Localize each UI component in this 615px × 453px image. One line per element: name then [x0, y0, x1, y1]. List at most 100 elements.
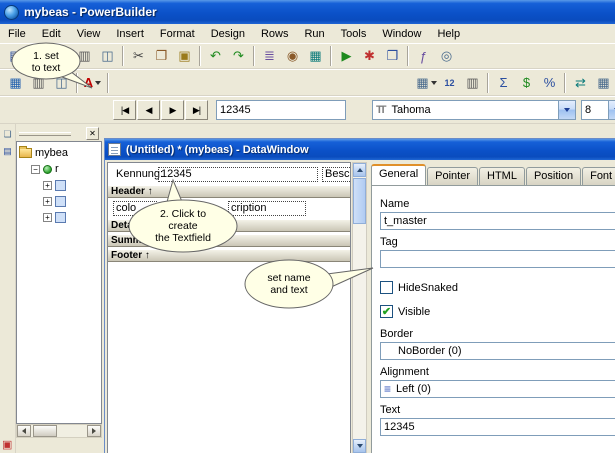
tree-item[interactable]: + — [43, 177, 101, 193]
next-row-button[interactable]: ▶ — [161, 100, 184, 120]
menu-insert[interactable]: Insert — [108, 26, 152, 42]
border-value: NoBorder (0) — [398, 345, 462, 357]
scroll-left-button[interactable] — [17, 425, 31, 437]
percent-icon[interactable]: % — [538, 72, 561, 94]
last-row-button[interactable]: ▶| — [185, 100, 208, 120]
border-label: Border — [380, 328, 609, 340]
tree-item-label: r — [55, 163, 59, 175]
menu-tools[interactable]: Tools — [333, 26, 375, 42]
scroll-down-button[interactable] — [353, 439, 366, 453]
tab-pointer[interactable]: Pointer — [427, 167, 478, 185]
combo-dropdown-button[interactable] — [608, 101, 615, 119]
database-icon[interactable]: ◉ — [281, 45, 304, 67]
column-specs-icon[interactable]: ▥ — [461, 72, 484, 94]
child-title-bar[interactable]: (Untitled) * (mybeas) - DataWindow — [105, 139, 615, 160]
tab-general[interactable]: General — [371, 164, 426, 185]
panel-icon[interactable]: ❏ — [1, 127, 15, 141]
visible-checkbox[interactable]: ✔ — [380, 305, 393, 318]
swap-icon[interactable]: ⇄ — [569, 72, 592, 94]
clip-window-icon[interactable]: ▣ — [2, 438, 12, 451]
table-icon[interactable]: ▦ — [304, 45, 327, 67]
scroll-up-button[interactable] — [353, 163, 366, 177]
copy-icon[interactable]: ❐ — [150, 45, 173, 67]
grid-icon[interactable]: ▦ — [592, 72, 615, 94]
tab-html[interactable]: HTML — [479, 167, 525, 185]
toolbar-separator — [407, 46, 409, 66]
combo-dropdown-button[interactable] — [558, 101, 575, 119]
scroll-right-button[interactable] — [87, 425, 101, 437]
menu-view[interactable]: View — [69, 26, 109, 42]
text-value-input[interactable] — [216, 100, 346, 120]
menu-edit[interactable]: Edit — [34, 26, 69, 42]
object-icon — [55, 180, 66, 191]
expand-icon[interactable]: + — [43, 197, 52, 206]
cut-icon[interactable]: ✂ — [127, 45, 150, 67]
scroll-thumb[interactable] — [33, 425, 57, 437]
alignment-select[interactable]: ≡ Left (0) — [380, 380, 615, 398]
align-left-icon: ≡ — [384, 382, 391, 396]
callout-set-to-text: 1. set to text — [10, 42, 102, 90]
menu-design[interactable]: Design — [203, 26, 253, 42]
callout-text: set name and text — [245, 272, 333, 296]
toolbar-separator — [253, 46, 255, 66]
sum-icon[interactable]: Σ — [492, 72, 515, 94]
hidesnaked-checkbox[interactable] — [380, 281, 393, 294]
name-input[interactable] — [380, 212, 615, 230]
tree-item-target[interactable]: − r — [31, 161, 101, 177]
paste-icon[interactable]: ▣ — [173, 45, 196, 67]
scroll-thumb[interactable] — [353, 178, 366, 224]
text-input[interactable] — [380, 418, 615, 436]
currency-icon[interactable]: $ — [515, 72, 538, 94]
collapse-icon[interactable]: − — [31, 165, 40, 174]
font-name-combo[interactable]: TT Tahoma — [372, 100, 576, 120]
toolbar-separator — [107, 73, 109, 93]
undo-icon[interactable]: ↶ — [204, 45, 227, 67]
toolbar-separator — [122, 46, 124, 66]
visible-row: ✔ Visible — [380, 305, 609, 318]
prior-row-button[interactable]: ◀ — [137, 100, 160, 120]
border-select[interactable]: NoBorder (0) — [380, 342, 615, 360]
column-object-2[interactable]: cription — [228, 201, 306, 216]
dropdown-arrow-icon — [431, 81, 437, 85]
function-icon[interactable]: ƒ — [412, 45, 435, 67]
library-icon[interactable]: ≣ — [258, 45, 281, 67]
panel-grip[interactable] — [19, 132, 71, 136]
tree-item[interactable]: + — [43, 193, 101, 209]
dropdown-arrow-icon — [564, 108, 570, 112]
run-icon[interactable]: ▶ — [335, 45, 358, 67]
properties-tabs: General Pointer HTML Position Font Other — [371, 164, 615, 185]
border-style-icon[interactable]: ▦ — [415, 72, 438, 94]
first-row-button[interactable]: |◀ — [113, 100, 136, 120]
expand-icon[interactable]: + — [43, 181, 52, 190]
tree-item-workspace[interactable]: mybea — [19, 145, 101, 161]
dock-strip: ❏ ▤ ▣ — [0, 124, 16, 453]
zoom-icon[interactable]: ◎ — [435, 45, 458, 67]
menu-window[interactable]: Window — [374, 26, 429, 42]
menu-run[interactable]: Run — [296, 26, 332, 42]
font-size-combo[interactable]: 8 — [581, 100, 615, 120]
name-label: Name — [380, 198, 609, 210]
folder-icon — [19, 148, 32, 158]
title-bar[interactable]: mybeas - PowerBuilder — [0, 0, 615, 24]
datawindow-child-window: (Untitled) * (mybeas) - DataWindow Kennu… — [104, 138, 615, 453]
menu-file[interactable]: File — [0, 26, 34, 42]
app-globe-icon — [4, 5, 19, 20]
menu-help[interactable]: Help — [429, 26, 468, 42]
tree-item-label: mybea — [35, 147, 68, 159]
menu-rows[interactable]: Rows — [253, 26, 297, 42]
beschreibung-text-object[interactable]: Beschreib — [322, 167, 351, 182]
window-icon[interactable]: ❒ — [381, 45, 404, 67]
tab-position[interactable]: Position — [526, 167, 581, 185]
menu-format[interactable]: Format — [152, 26, 203, 42]
tree-item[interactable]: + — [43, 209, 101, 225]
tree-horizontal-scrollbar[interactable] — [16, 424, 102, 438]
tab-font[interactable]: Font — [582, 167, 615, 185]
expand-icon[interactable]: + — [43, 213, 52, 222]
tab-order-icon[interactable]: 12 — [438, 72, 461, 94]
tag-label: Tag — [380, 236, 609, 248]
redo-icon[interactable]: ↷ — [227, 45, 250, 67]
debug-icon[interactable]: ✱ — [358, 45, 381, 67]
close-panel-button[interactable]: ✕ — [86, 127, 99, 140]
tag-input[interactable] — [380, 250, 615, 268]
panel-icon[interactable]: ▤ — [1, 144, 15, 158]
